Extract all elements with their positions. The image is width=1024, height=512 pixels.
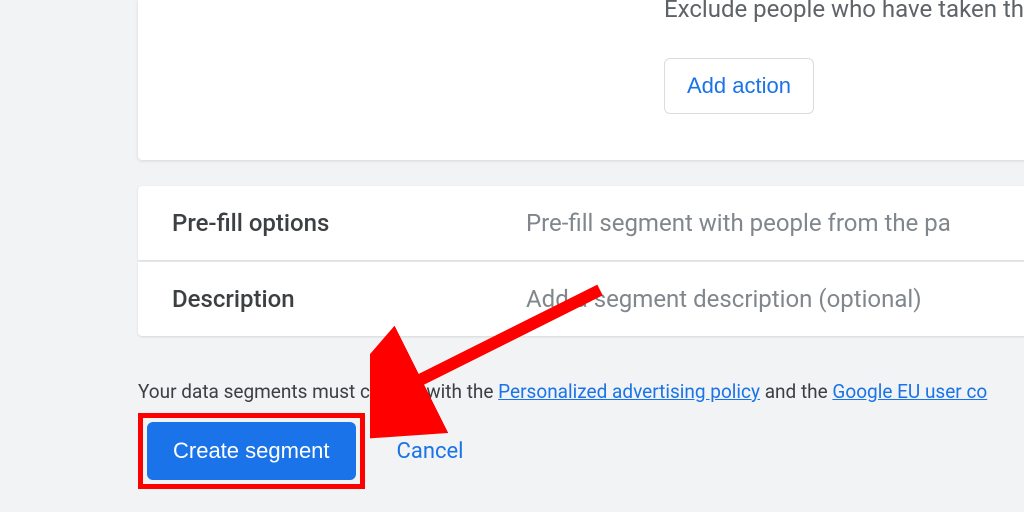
compliance-mid: and the <box>760 380 832 403</box>
prefill-row[interactable]: Pre-fill options Pre-fill segment with p… <box>138 186 1024 260</box>
prefill-value: Pre-fill segment with people from the pa <box>526 209 951 237</box>
add-action-button[interactable]: Add action <box>664 58 814 114</box>
exclude-card: Exclude people who have taken the follow… <box>138 0 1024 160</box>
footer-actions: Create segment Cancel <box>138 413 464 489</box>
description-value: Add a segment description (optional) <box>526 285 922 313</box>
highlight-annotation: Create segment <box>138 413 365 489</box>
google-eu-link[interactable]: Google EU user co <box>832 380 987 403</box>
exclude-description: Exclude people who have taken the follow… <box>664 0 1024 23</box>
description-row[interactable]: Description Add a segment description (o… <box>138 262 1024 336</box>
prefill-label: Pre-fill options <box>138 209 526 237</box>
compliance-prefix: Your data segments must comply with the <box>138 380 498 403</box>
create-segment-button[interactable]: Create segment <box>147 422 356 480</box>
cancel-button[interactable]: Cancel <box>397 439 464 464</box>
compliance-text: Your data segments must comply with the … <box>138 380 987 403</box>
description-label: Description <box>138 285 526 313</box>
personalized-advertising-link[interactable]: Personalized advertising policy <box>498 380 760 403</box>
